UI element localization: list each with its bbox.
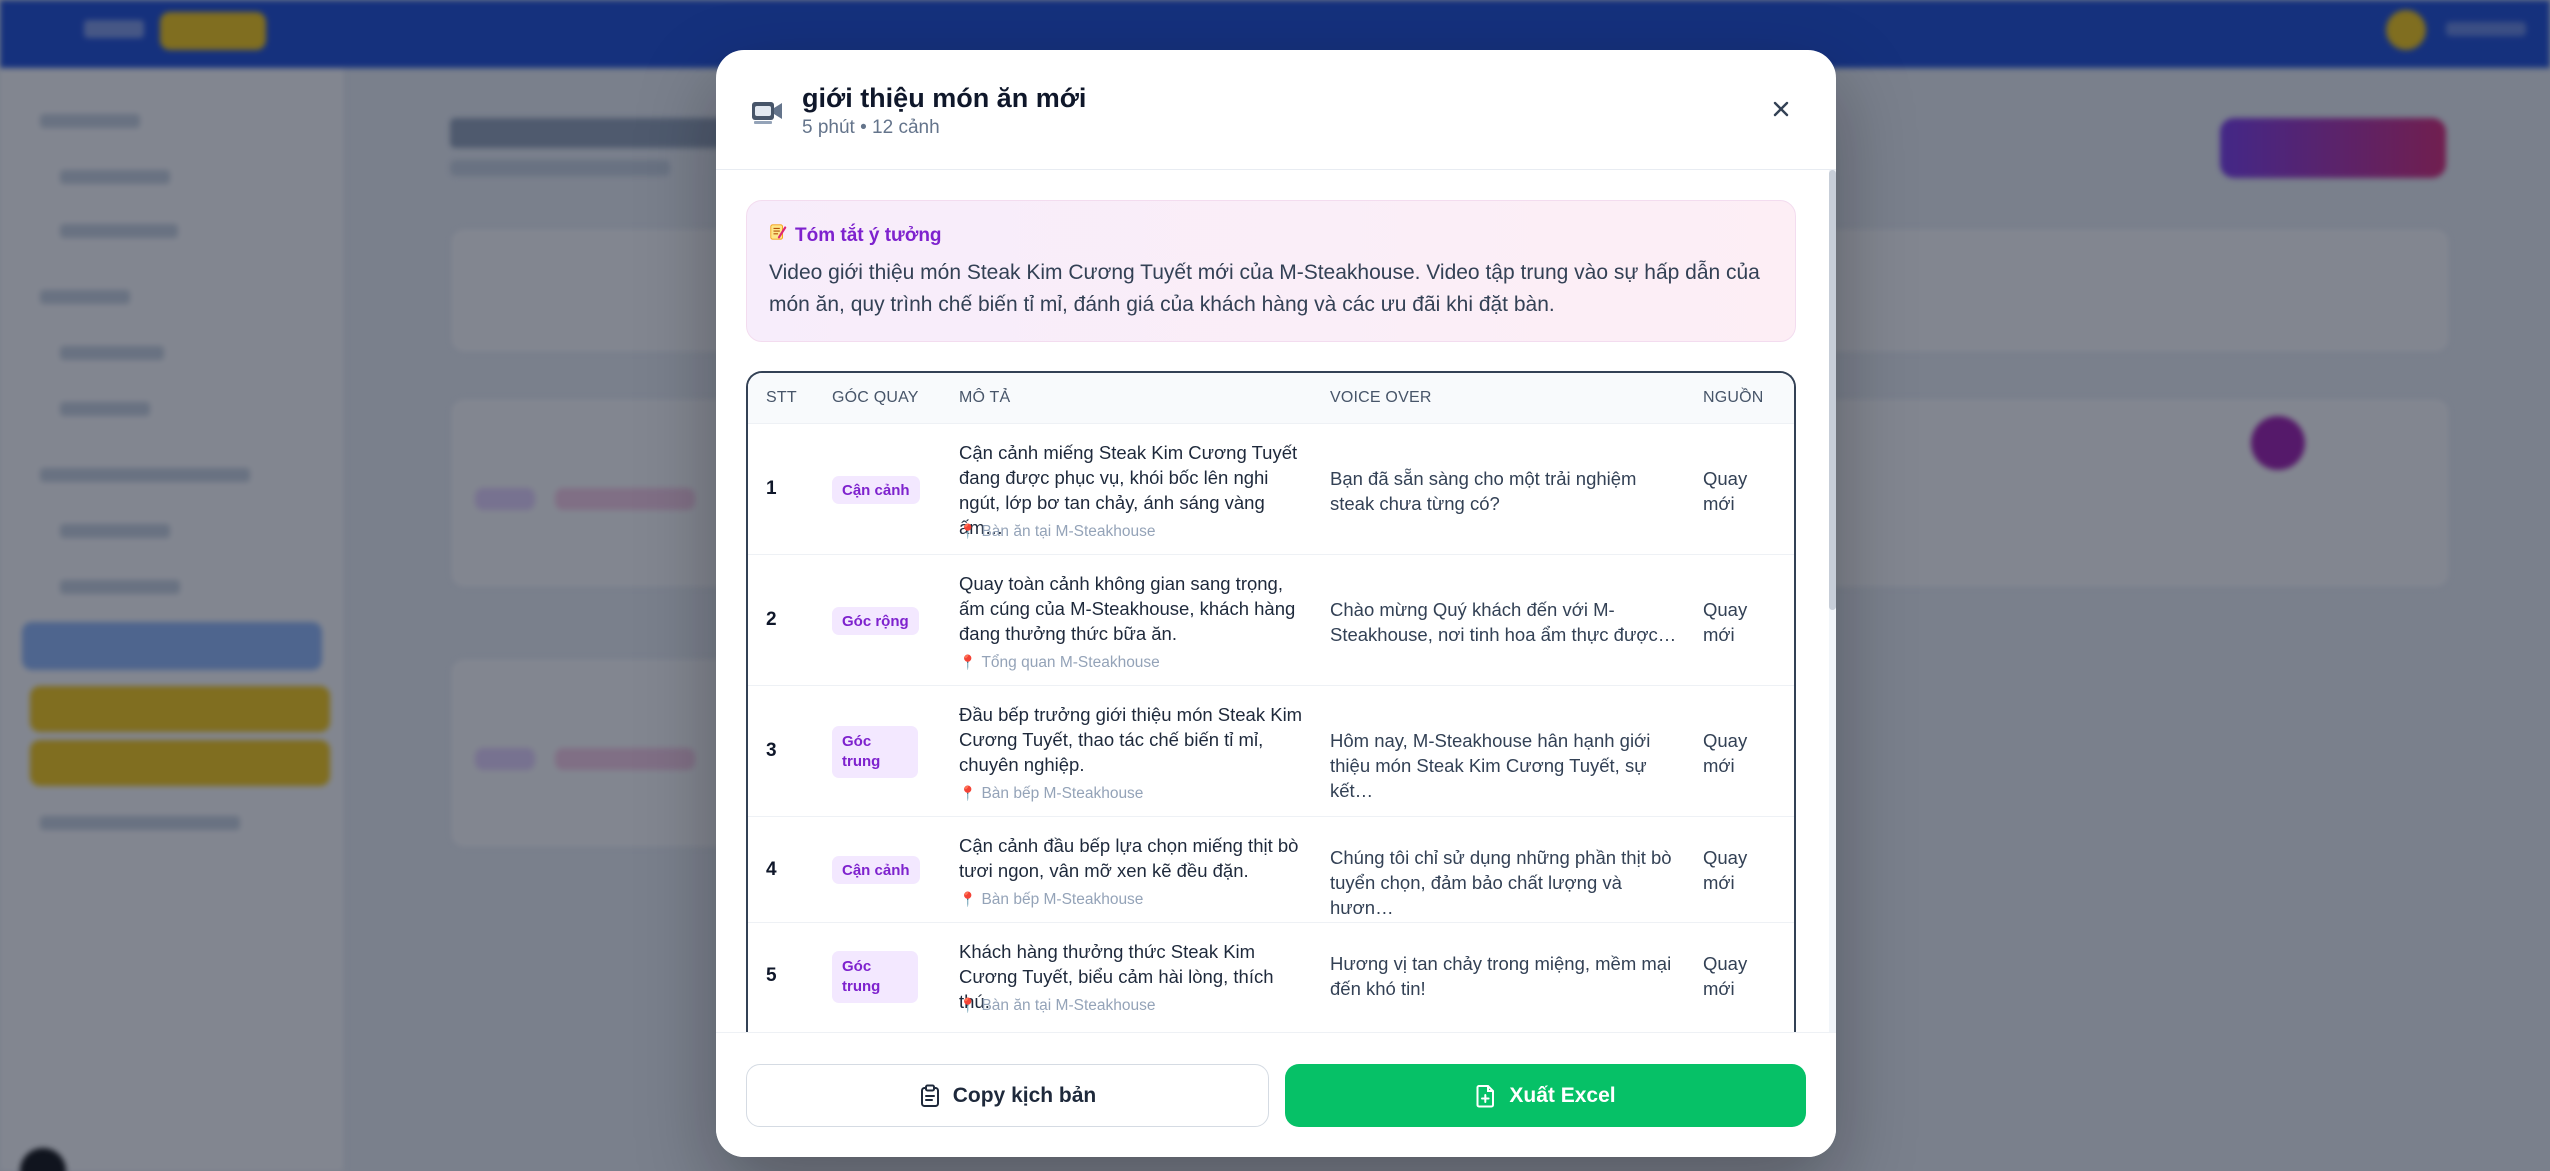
copy-script-button[interactable]: Copy kịch bản xyxy=(746,1064,1269,1127)
row-location: 📍 Bàn ăn tại M-Steakhouse xyxy=(959,523,1156,540)
idea-summary: Tóm tắt ý tưởng Video giới thiệu món Ste… xyxy=(746,200,1796,342)
header-angle: GÓC QUAY xyxy=(832,389,919,406)
export-excel-button[interactable]: Xuất Excel xyxy=(1285,1064,1806,1127)
modal-header: giới thiệu món ăn mới 5 phút • 12 cảnh xyxy=(716,50,1836,170)
modal-subtitle: 5 phút • 12 cảnh xyxy=(802,117,940,138)
table-row: 3 Góc trung Đầu bếp trưởng giới thiệu mó… xyxy=(748,685,1794,816)
row-location: 📍 Bàn bếp M-Steakhouse xyxy=(959,785,1144,802)
export-excel-label: Xuất Excel xyxy=(1509,1083,1616,1107)
row-description: Cận cảnh đầu bếp lựa chọn miếng thịt bò … xyxy=(959,835,1299,881)
row-location: 📍 Bàn ăn tại M-Steakhouse xyxy=(959,997,1156,1014)
file-export-icon xyxy=(1476,1084,1495,1107)
header-voice: VOICE OVER xyxy=(1330,389,1432,406)
row-description: Đầu bếp trưởng giới thiệu món Steak Kim … xyxy=(959,704,1303,775)
row-voice-over: Hương vị tan chảy trong miệng, mềm mại đ… xyxy=(1330,953,1672,999)
row-voice-over: Chúng tôi chỉ sử dụng những phần thịt bò… xyxy=(1330,847,1672,918)
modal-footer: Copy kịch bản Xuất Excel xyxy=(716,1032,1836,1157)
row-location: 📍 Bàn bếp M-Steakhouse xyxy=(959,891,1144,908)
row-voice-over: Bạn đã sẵn sàng cho một trải nghiệm stea… xyxy=(1330,468,1637,514)
row-source: Quay mới xyxy=(1703,468,1748,514)
location-pin-icon: 📍 xyxy=(959,997,977,1013)
angle-tag: Góc rộng xyxy=(832,607,919,635)
header-desc: MÔ TẢ xyxy=(959,389,1011,406)
summary-text: Video giới thiệu món Steak Kim Cương Tuy… xyxy=(769,261,1760,316)
modal-title: giới thiệu món ăn mới xyxy=(802,83,1087,113)
row-source: Quay mới xyxy=(1703,730,1748,776)
location-pin-icon: 📍 xyxy=(959,891,977,907)
memo-icon xyxy=(769,223,789,247)
row-voice-over: Chào mừng Quý khách đến với M-Steakhouse… xyxy=(1330,599,1677,645)
close-icon[interactable] xyxy=(1766,94,1796,124)
copy-script-label: Copy kịch bản xyxy=(952,1083,1097,1107)
row-source: Quay mới xyxy=(1703,847,1748,893)
table-header: STT GÓC QUAY MÔ TẢ VOICE OVER NGUỒN xyxy=(748,373,1794,423)
row-stt: 2 xyxy=(766,609,777,630)
video-camera-icon xyxy=(752,102,782,124)
row-stt: 5 xyxy=(766,965,777,986)
row-stt: 3 xyxy=(766,740,777,761)
table-row: 5 Góc trung Khách hàng thưởng thức Steak… xyxy=(748,922,1794,1032)
row-stt: 4 xyxy=(766,859,777,880)
location-pin-icon: 📍 xyxy=(959,523,977,539)
header-source: NGUỒN xyxy=(1703,389,1764,406)
row-description: Quay toàn cảnh không gian sang trọng, ấm… xyxy=(959,573,1296,644)
row-source: Quay mới xyxy=(1703,953,1748,999)
angle-tag: Góc trung xyxy=(832,951,918,1003)
clipboard-icon xyxy=(920,1084,939,1107)
location-pin-icon: 📍 xyxy=(959,654,977,670)
angle-tag: Cận cảnh xyxy=(832,856,920,884)
summary-heading: Tóm tắt ý tưởng xyxy=(795,225,942,246)
location-pin-icon: 📍 xyxy=(959,785,977,801)
angle-tag: Cận cảnh xyxy=(832,476,920,504)
scrollbar-thumb[interactable] xyxy=(1829,170,1836,610)
row-source: Quay mới xyxy=(1703,599,1748,645)
header-stt: STT xyxy=(766,389,797,406)
table-row: 2 Góc rộng Quay toàn cảnh không gian san… xyxy=(748,554,1794,685)
row-location: 📍 Tổng quan M-Steakhouse xyxy=(959,654,1160,671)
row-stt: 1 xyxy=(766,478,777,499)
script-modal: giới thiệu món ăn mới 5 phút • 12 cảnh T… xyxy=(716,50,1836,1157)
table-row: 1 Cận cảnh Cận cảnh miếng Steak Kim Cươn… xyxy=(748,423,1794,554)
angle-tag: Góc trung xyxy=(832,726,918,778)
row-voice-over: Hôm nay, M-Steakhouse hân hạnh giới thiệ… xyxy=(1330,730,1651,801)
table-row: 4 Cận cảnh Cận cảnh đầu bếp lựa chọn miế… xyxy=(748,816,1794,922)
scene-table: STT GÓC QUAY MÔ TẢ VOICE OVER NGUỒN 1 Cậ… xyxy=(746,371,1796,1032)
